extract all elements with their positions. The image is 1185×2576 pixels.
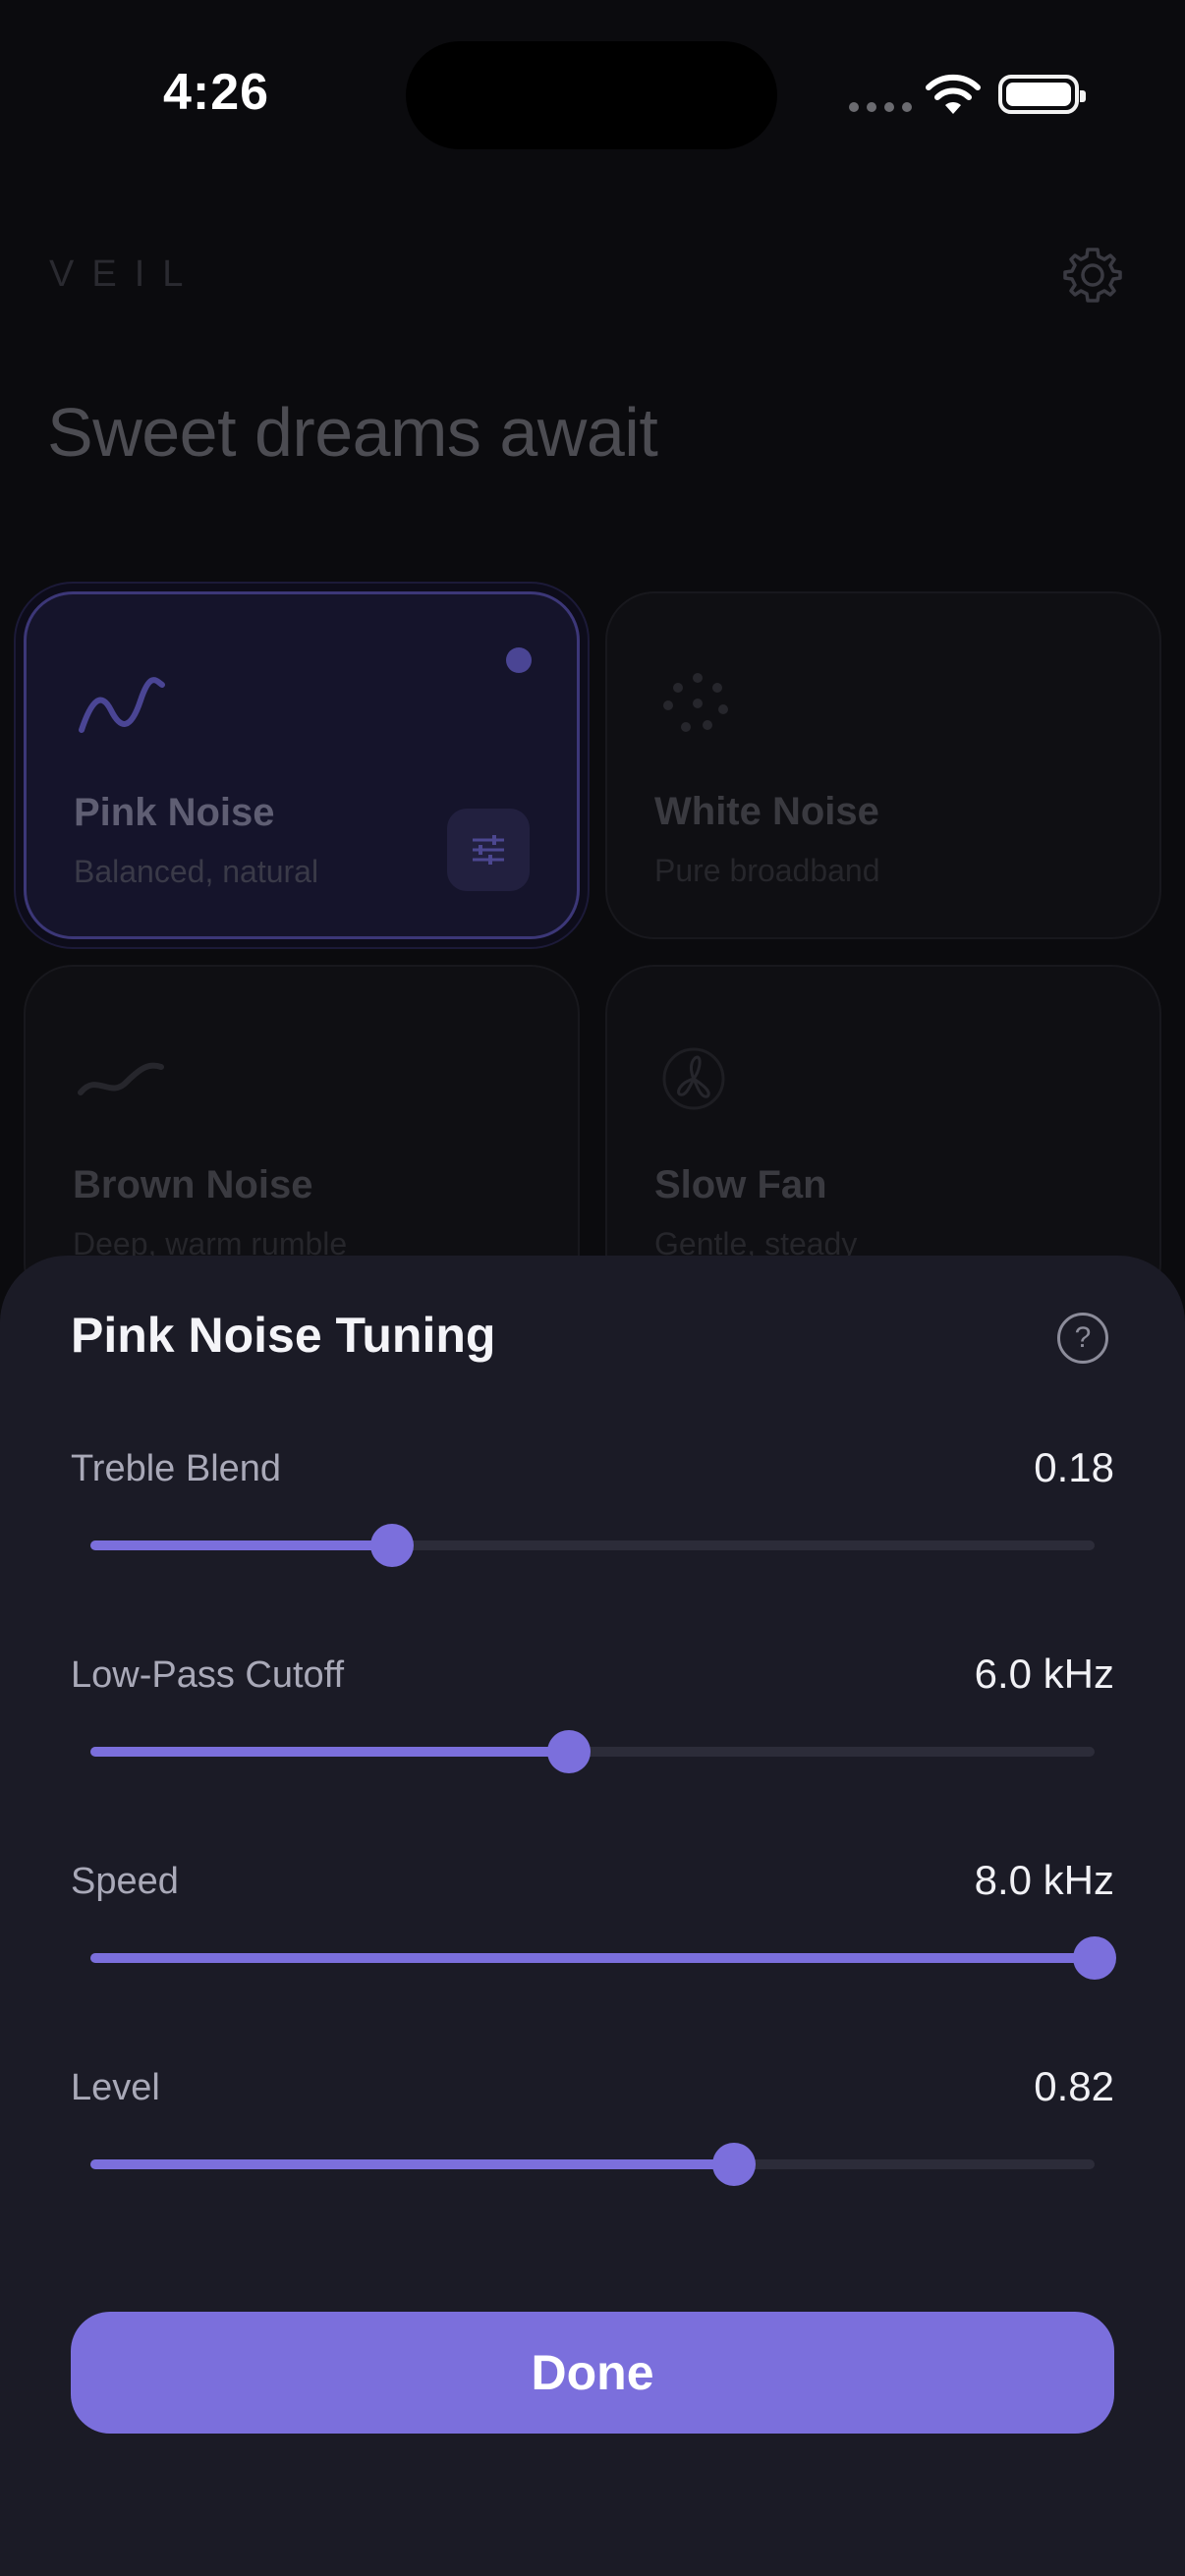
slider-fill	[90, 1747, 570, 1757]
tuning-sheet: Pink Noise Tuning ? Treble Blend 0.18 Lo…	[0, 1256, 1185, 2576]
tune-button[interactable]	[447, 809, 530, 891]
slider-track[interactable]	[90, 1936, 1116, 1980]
slider-label: Treble Blend	[71, 1448, 282, 1489]
slider-value: 0.18	[1034, 1444, 1114, 1490]
slider-track[interactable]	[90, 2143, 1095, 2186]
done-button[interactable]: Done	[71, 2312, 1114, 2434]
slider-row-low-pass-cutoff: Low-Pass Cutoff 6.0 kHz	[71, 1651, 1114, 1821]
slider-thumb[interactable]	[369, 1524, 414, 1567]
slider-thumb[interactable]	[712, 2143, 757, 2186]
card-title: Brown Noise	[73, 1163, 313, 1206]
app-screen: 4:26 VEIL Sweet dreams await Pink Noise …	[0, 0, 1185, 2576]
wifi-icon	[926, 74, 981, 114]
slider-track[interactable]	[90, 1730, 1095, 1773]
slider-label: Level	[71, 2067, 160, 2108]
slider-value: 0.82	[1034, 2063, 1114, 2109]
card-subtitle: Balanced, natural	[74, 854, 319, 889]
slider-label: Speed	[71, 1861, 179, 1902]
playing-indicator	[506, 647, 532, 673]
card-title: Slow Fan	[654, 1163, 827, 1206]
slider-row-treble-blend: Treble Blend 0.18	[71, 1444, 1114, 1615]
dots-icon	[663, 673, 728, 732]
slider-thumb[interactable]	[547, 1730, 592, 1773]
help-icon[interactable]: ?	[1057, 1313, 1108, 1364]
slider-thumb[interactable]	[1073, 1936, 1116, 1980]
slider-fill	[90, 2159, 735, 2169]
slider-value: 6.0 kHz	[974, 1651, 1114, 1697]
greeting-heading: Sweet dreams await	[47, 394, 658, 471]
app-logo: VEIL	[49, 253, 201, 295]
sliders-icon	[473, 835, 504, 865]
card-title: Pink Noise	[74, 791, 275, 834]
battery-icon	[998, 75, 1086, 114]
slider-label: Low-Pass Cutoff	[71, 1654, 345, 1696]
status-time: 4:26	[163, 64, 270, 121]
sound-card-pink-noise[interactable]: Pink Noise Balanced, natural	[24, 591, 580, 939]
wave-icon	[79, 677, 165, 733]
sheet-title: Pink Noise Tuning	[71, 1308, 496, 1363]
card-title: White Noise	[654, 790, 879, 833]
card-subtitle: Pure broadband	[654, 853, 880, 888]
slider-track[interactable]	[90, 1524, 1095, 1567]
slider-row-level: Level 0.82	[71, 2063, 1114, 2234]
cellular-signal-icon	[849, 102, 912, 112]
low-wave-icon	[78, 1062, 164, 1095]
slider-fill	[90, 1540, 392, 1550]
slider-value: 8.0 kHz	[974, 1857, 1114, 1903]
slider-fill	[90, 1953, 1095, 1963]
sound-card-white-noise[interactable]: White Noise Pure broadband	[605, 591, 1161, 939]
dynamic-island	[406, 41, 777, 149]
slider-row-speed: Speed 8.0 kHz	[71, 1857, 1116, 2028]
settings-gear-icon[interactable]	[1061, 244, 1124, 307]
fan-icon	[662, 1047, 725, 1110]
